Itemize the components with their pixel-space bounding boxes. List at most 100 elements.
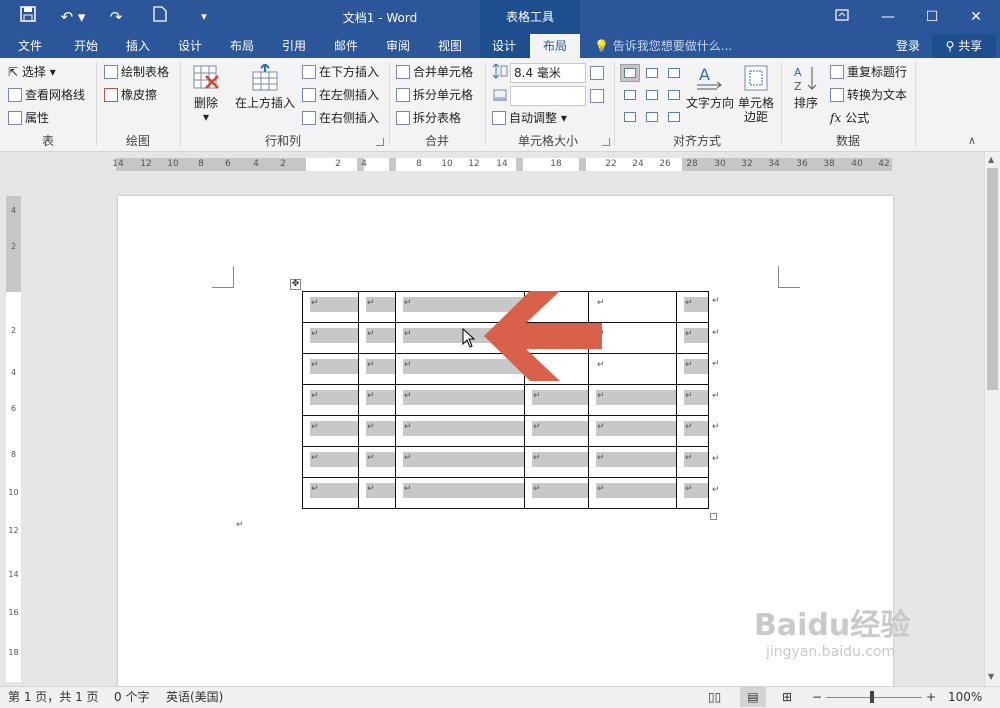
table-move-handle-icon[interactable]: ✥ [290,279,301,290]
tab-file[interactable]: 文件 [8,34,52,58]
merge-cells-button[interactable]: 合并单元格 [396,62,473,82]
split-cells-button[interactable]: 拆分单元格 [396,85,473,105]
table-cell[interactable]: ↵ [676,353,709,385]
print-layout-icon[interactable]: ▤ [740,687,766,707]
table-cell[interactable]: ↵ [524,415,589,447]
table-cell[interactable]: ↵ [524,384,589,416]
table-cell[interactable]: ↵ [524,477,589,509]
table-cell[interactable]: ↵ [588,446,677,478]
tab-references[interactable]: 引用 [272,34,316,58]
zoom-slider-thumb[interactable] [870,691,874,703]
distribute-rows-icon[interactable] [590,63,607,83]
autofit-button[interactable]: 自动调整 ▾ [492,108,567,128]
tab-design[interactable]: 设计 [168,34,212,58]
properties-button[interactable]: 属性 [8,108,49,128]
align-top-left-icon[interactable] [620,64,640,82]
table-cell[interactable]: ↵ [676,384,709,416]
tab-insert[interactable]: 插入 [116,34,160,58]
horizontal-ruler[interactable]: 14 12 10 8 6 4 2 2 4 8 10 12 14 18 22 24… [0,152,1000,176]
insert-below-button[interactable]: 在下方插入 [302,62,379,82]
insert-left-button[interactable]: 在左侧插入 [302,85,379,105]
table-cell[interactable]: ↵ [676,415,709,447]
formula-button[interactable]: fx 公式 [830,108,869,128]
insert-right-button[interactable]: 在右侧插入 [302,108,379,128]
vertical-ruler[interactable]: 4 2 2 4 6 8 10 12 14 16 18 [6,196,21,682]
table-cell[interactable]: ↵ [302,415,359,447]
table-cell[interactable]: ↵ [302,384,359,416]
delete-button[interactable]: 删除 ▾ [186,64,226,124]
table-cell[interactable]: ↵ [395,415,525,447]
login-link[interactable]: 登录 [896,34,920,58]
table-cell[interactable]: ↵ [358,353,396,385]
cell-margins-button[interactable]: 单元格 边距 [736,64,776,124]
word-count[interactable]: 0 个字 [114,687,149,707]
table-cell[interactable]: ↵ [395,446,525,478]
text-direction-button[interactable]: A 文字方向 [686,64,734,110]
table-cell[interactable]: ↵ [358,384,396,416]
select-button[interactable]: ⇱ 选择 ▾ [8,62,56,82]
split-table-button[interactable]: 拆分表格 [396,108,461,128]
align-middle-left-icon[interactable] [620,86,640,104]
share-button[interactable]: ⚲ 共享 [932,34,996,58]
column-width-input[interactable] [510,86,586,106]
table-cell[interactable]: ↵ [302,477,359,509]
view-gridlines-button[interactable]: 查看网格线 [8,85,85,105]
zoom-slider[interactable] [826,697,922,698]
table-cell[interactable]: ↵ [358,322,396,354]
table-cell[interactable]: ↵ [676,322,709,354]
distribute-columns-icon[interactable] [590,86,607,106]
table-cell[interactable]: ↵ [358,415,396,447]
ribbon-display-options-icon[interactable] [824,4,860,30]
align-top-center-icon[interactable] [642,64,662,82]
tab-mailings[interactable]: 邮件 [324,34,368,58]
sort-button[interactable]: AZ 排序 [788,64,824,110]
scroll-down-icon[interactable]: ▼ [988,672,994,681]
eraser-button[interactable]: 橡皮擦 [104,85,157,105]
align-bottom-left-icon[interactable] [620,108,640,126]
tab-layout[interactable]: 布局 [220,34,264,58]
tab-table-layout[interactable]: 布局 [530,34,580,58]
close-icon[interactable]: ✕ [958,4,994,30]
table-cell[interactable]: ↵ [395,384,525,416]
table-cell[interactable]: ↵ [588,384,677,416]
convert-to-text-button[interactable]: 转换为文本 [830,85,907,105]
repeat-header-button[interactable]: 重复标题行 [830,62,907,82]
collapse-ribbon-icon[interactable]: ∧ [968,134,976,147]
tab-review[interactable]: 审阅 [376,34,420,58]
dialog-launcher-icon[interactable] [376,138,384,146]
minimize-icon[interactable]: — [870,4,906,30]
align-bottom-right-icon[interactable] [664,108,684,126]
tell-me-search[interactable]: 💡 告诉我您想要做什么... [594,34,732,58]
row-height-input[interactable]: 8.4 毫米 [510,63,586,83]
language-indicator[interactable]: 英语(美国) [166,687,223,707]
align-middle-center-icon[interactable] [642,86,662,104]
save-icon[interactable] [16,6,40,28]
table-cell[interactable]: ↵ [302,446,359,478]
scroll-up-icon[interactable]: ▲ [988,155,994,164]
redo-icon[interactable]: ↷ [104,6,128,28]
scrollbar-thumb[interactable] [987,168,998,390]
draw-table-button[interactable]: 绘制表格 [104,62,169,82]
table-cell[interactable]: ↵ [676,446,709,478]
tab-table-design[interactable]: 设计 [482,34,526,58]
table-cell[interactable]: ↵ [395,477,525,509]
table-cell[interactable]: ↵ [676,477,709,509]
dialog-launcher-icon[interactable] [602,138,610,146]
zoom-in-icon[interactable]: + [926,687,936,707]
table-resize-handle-icon[interactable] [710,513,717,520]
zoom-level[interactable]: 100% [948,687,982,707]
table-cell[interactable]: ↵ [524,446,589,478]
align-middle-right-icon[interactable] [664,86,684,104]
table-cell[interactable]: ↵ [302,322,359,354]
table-cell[interactable]: ↵ [302,353,359,385]
align-bottom-center-icon[interactable] [642,108,662,126]
table-cell[interactable]: ↵ [358,446,396,478]
page-count[interactable]: 第 1 页，共 1 页 [8,687,99,707]
table-cell[interactable]: ↵ [676,291,709,323]
align-top-right-icon[interactable] [664,64,684,82]
table-cell[interactable]: ↵ [358,291,396,323]
table-cell[interactable]: ↵ [588,415,677,447]
tab-home[interactable]: 开始 [64,34,108,58]
undo-icon[interactable]: ↶ ▾ [56,6,90,28]
customize-quick-access-icon[interactable]: ▾ [192,6,216,28]
